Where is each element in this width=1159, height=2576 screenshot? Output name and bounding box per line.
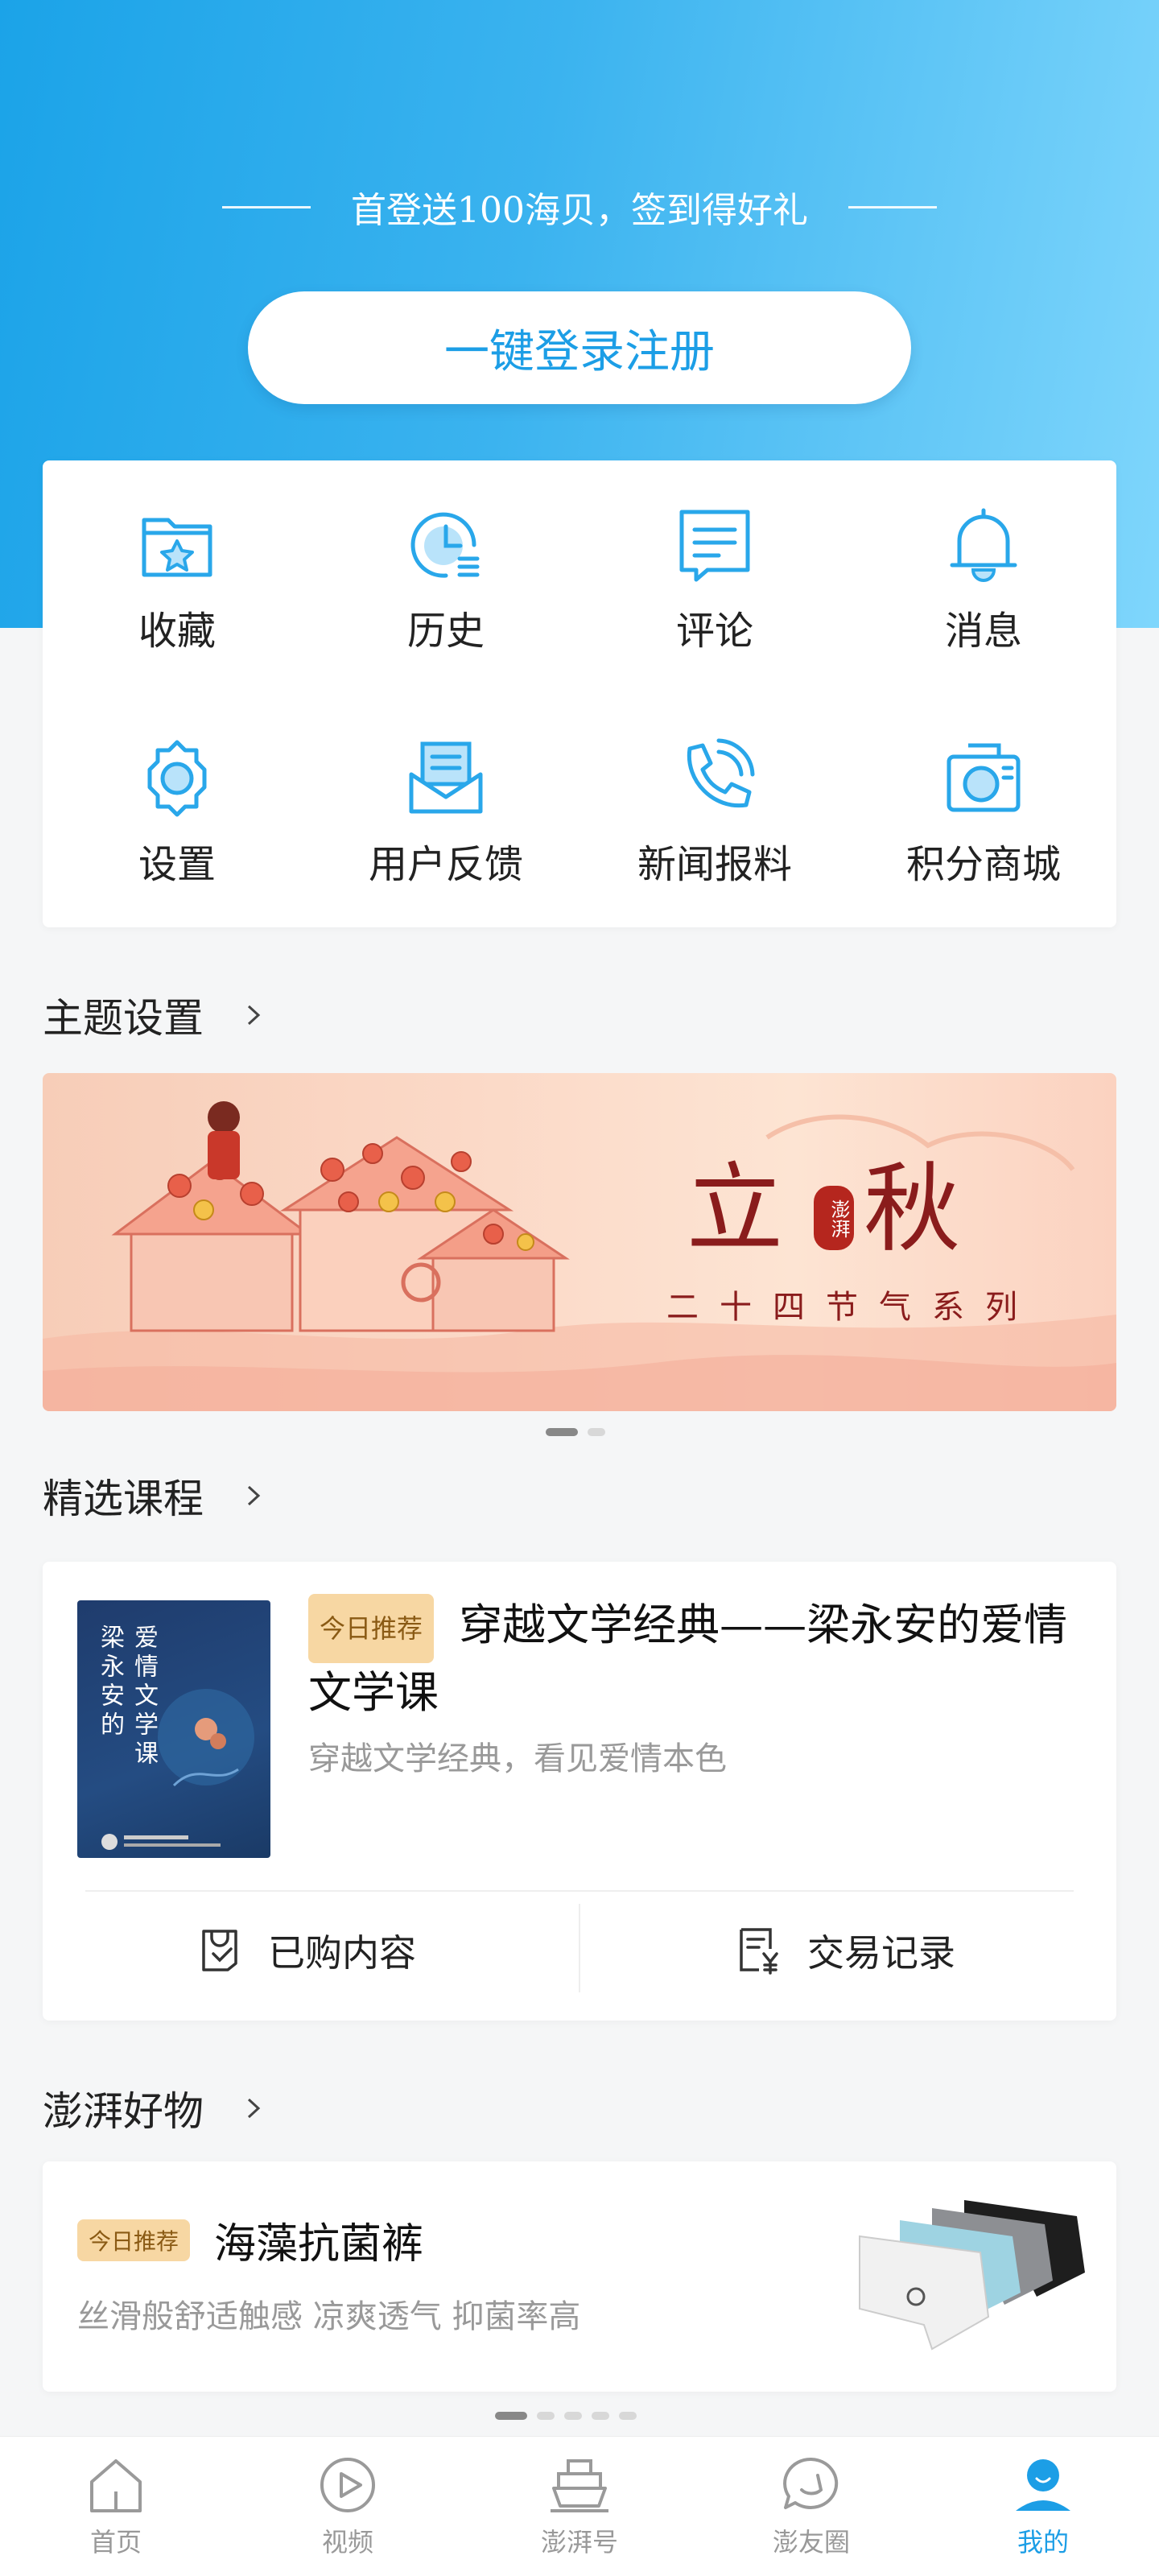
section-title: 澎湃好物 (43, 2088, 204, 2135)
quick-action-points-mall[interactable]: 积分商城 (849, 694, 1118, 895)
chevron-right-icon (247, 2098, 261, 2119)
tab-pengpai-hao[interactable]: 澎湃号 (464, 2437, 695, 2576)
pagination-dot (546, 1428, 578, 1436)
quick-action-history[interactable]: 历史 (311, 460, 580, 662)
pagination-dot (619, 2412, 637, 2420)
chevron-right-icon (247, 1005, 261, 1026)
quick-action-label: 设置 (138, 842, 216, 887)
pagination-dot (537, 2412, 555, 2420)
promo-left-line (222, 205, 311, 208)
quick-action-label: 历史 (406, 609, 485, 654)
bottom-tab-bar: 首页 视频 澎湃号 澎友圈 我的 (0, 2436, 1159, 2576)
promo-right-line (848, 205, 937, 208)
course-card[interactable]: 梁永安的 爱情文学课 今日推荐 穿越文学经典——梁永安的爱情文学课 穿越文学经典… (43, 1562, 1116, 2021)
quick-action-comments[interactable]: 评论 (580, 460, 849, 662)
section-title: 主题设置 (43, 995, 204, 1042)
phone-icon (687, 738, 755, 808)
receipt-yen-icon (740, 1927, 778, 1975)
folder-star-icon (142, 518, 212, 577)
quick-action-favorites[interactable]: 收藏 (43, 460, 311, 662)
tab-video[interactable]: 视频 (232, 2437, 464, 2576)
chat-bubble-icon (783, 2457, 839, 2509)
banner-seal: 澎湃 (814, 1186, 854, 1250)
course-subtitle: 穿越文学经典，看见爱情本色 (308, 1740, 727, 1777)
tab-label: 澎友圈 (772, 2527, 850, 2557)
today-recommend-tag: 今日推荐 (308, 1594, 435, 1663)
tab-label: 首页 (89, 2527, 142, 2557)
quick-action-label: 积分商城 (905, 842, 1061, 887)
transaction-records-button[interactable]: 交易记录 (735, 1904, 955, 1996)
tab-label: 澎湃号 (540, 2527, 618, 2557)
theme-settings-header[interactable]: 主题设置 (43, 986, 263, 1044)
tab-home[interactable]: 首页 (0, 2437, 232, 2576)
quick-action-label: 新闻报料 (637, 842, 792, 887)
tab-mine[interactable]: 我的 (927, 2437, 1159, 2576)
featured-courses-header[interactable]: 精选课程 (43, 1467, 263, 1525)
quick-action-settings[interactable]: 设置 (43, 694, 311, 895)
cover-title-2: 爱情文学课 (130, 1624, 158, 1769)
quick-action-messages[interactable]: 消息 (849, 460, 1118, 662)
pagination-dot (564, 2412, 582, 2420)
divider (85, 1890, 1074, 1892)
quick-action-label: 收藏 (138, 609, 216, 654)
product-title: 海藻抗菌裤 (214, 2220, 424, 2268)
home-icon (90, 2459, 142, 2512)
bag-check-icon (202, 1929, 237, 1971)
ship-icon (551, 2459, 608, 2512)
promo-banner: 首登送100海贝，签到得好礼 (0, 181, 1159, 233)
purchased-content-label: 已购内容 (268, 1930, 416, 1975)
banner-subtitle: 二十四节气系列 (666, 1289, 1038, 1326)
quick-actions-card: 收藏 历史 评论 消息 设置 用户反馈 新闻报料 积分商城 (43, 460, 1116, 927)
goods-card[interactable]: 今日推荐 海藻抗菌裤 丝滑般舒适触感 凉爽透气 抑菌率高 (43, 2161, 1116, 2392)
section-title: 精选课程 (43, 1476, 204, 1522)
pagination-dot (495, 2412, 527, 2420)
banner-title-right: 秋 (864, 1154, 960, 1265)
today-recommend-tag: 今日推荐 (77, 2219, 191, 2261)
bell-icon (950, 508, 1017, 582)
banner-title-left: 立 (687, 1154, 783, 1265)
product-image (859, 2200, 1085, 2351)
play-icon (320, 2458, 375, 2512)
theme-banner[interactable]: 立 澎湃 秋 二十四节气系列 (43, 1073, 1116, 1411)
tab-pengyou-quan[interactable]: 澎友圈 (695, 2437, 927, 2576)
purchased-content-button[interactable]: 已购内容 (196, 1904, 416, 1996)
tab-label: 我的 (1017, 2527, 1069, 2557)
quick-action-label: 消息 (944, 609, 1022, 654)
banner-pagination (546, 1428, 605, 1436)
divider (579, 1904, 580, 1992)
tab-label: 视频 (321, 2527, 373, 2557)
comment-icon (679, 510, 750, 582)
quick-action-label: 评论 (675, 609, 753, 654)
course-cover-image: 梁永安的 爱情文学课 (77, 1600, 270, 1858)
camera-shop-icon (947, 743, 1021, 812)
course-title-block: 今日推荐 穿越文学经典——梁永安的爱情文学课 (308, 1594, 1081, 1723)
user-icon (1016, 2459, 1070, 2511)
quick-action-feedback[interactable]: 用户反馈 (311, 694, 580, 895)
gear-icon (147, 740, 207, 817)
one-click-login-button[interactable]: 一键登录注册 (248, 291, 911, 404)
quick-action-news-tip[interactable]: 新闻报料 (580, 694, 849, 895)
mail-icon (409, 741, 483, 814)
chevron-right-icon (247, 1485, 261, 1506)
cover-title-1: 梁永安的 (96, 1624, 124, 1740)
promo-text: 首登送100海贝，签到得好礼 (351, 190, 808, 231)
transaction-records-label: 交易记录 (807, 1930, 955, 1975)
goods-pagination (495, 2412, 637, 2420)
goods-header[interactable]: 澎湃好物 (43, 2079, 263, 2137)
pagination-dot (588, 1428, 605, 1436)
goods-title-block: 今日推荐 海藻抗菌裤 (77, 2210, 423, 2270)
pagination-dot (592, 2412, 609, 2420)
product-subtitle: 丝滑般舒适触感 凉爽透气 抑菌率高 (77, 2298, 581, 2335)
quick-action-label: 用户反馈 (368, 842, 523, 887)
clock-history-icon (410, 512, 480, 578)
